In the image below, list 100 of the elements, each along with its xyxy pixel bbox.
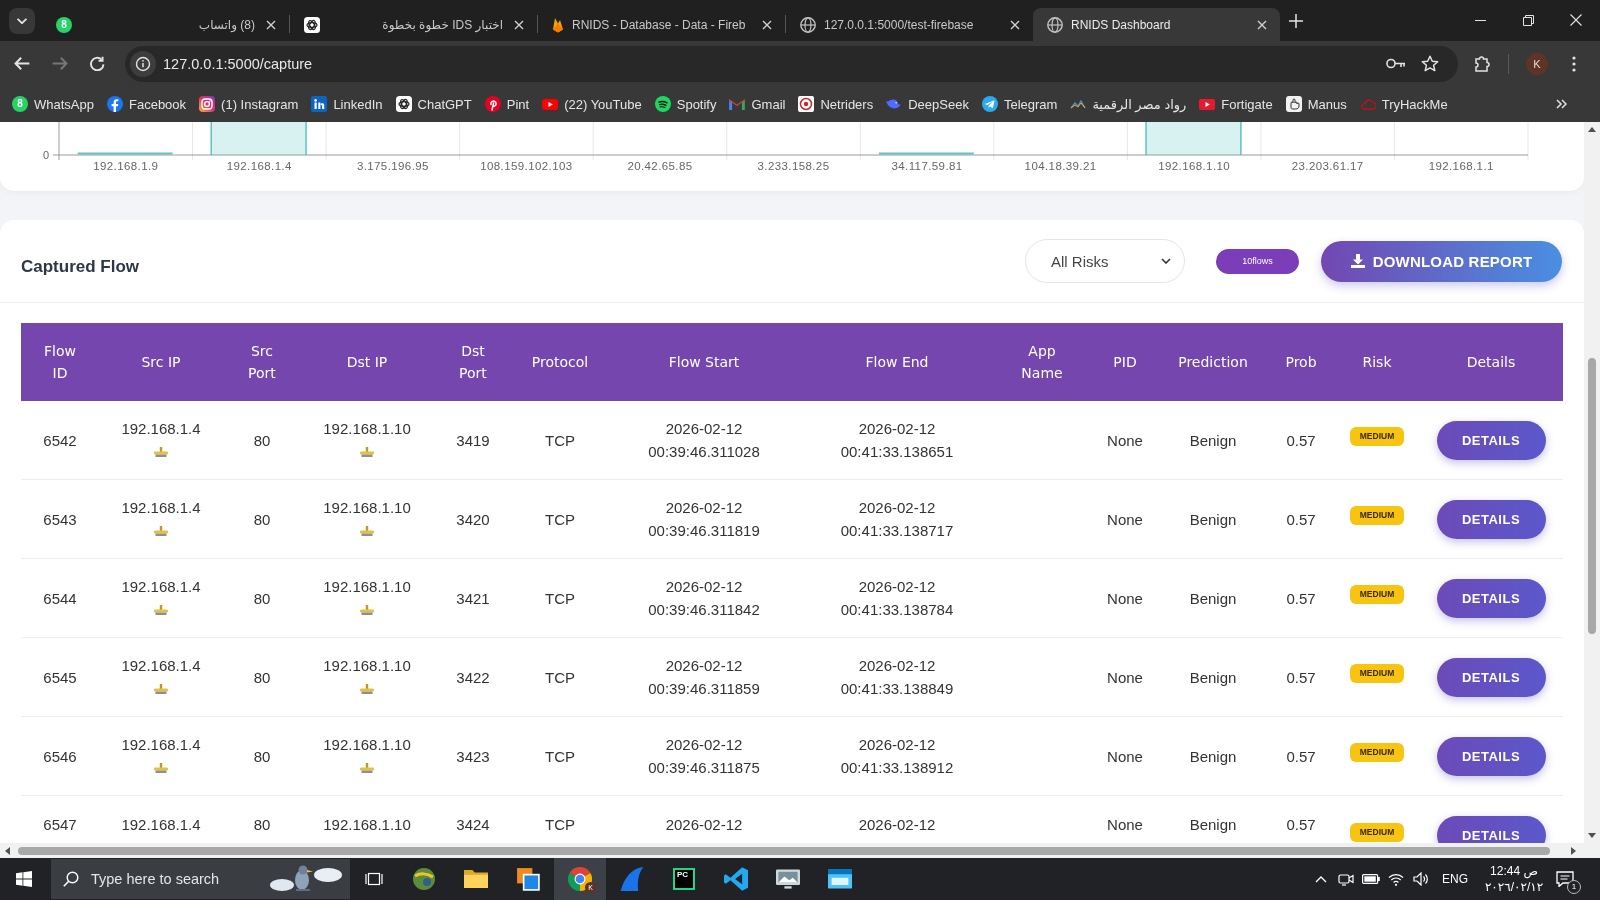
bookmark[interactable]: رواد مصر الرقمية bbox=[1065, 90, 1192, 118]
column-header: Dst IP bbox=[346, 353, 388, 372]
table-cell-text: 0.57 bbox=[1286, 588, 1316, 609]
close-icon[interactable] bbox=[266, 19, 276, 30]
window-panes-icon[interactable] bbox=[16, 871, 32, 887]
scroll-left-icon[interactable] bbox=[5, 846, 10, 855]
bookmark[interactable]: Fortigate bbox=[1194, 90, 1278, 118]
close-icon[interactable] bbox=[1257, 19, 1267, 30]
reload-icon[interactable] bbox=[90, 56, 105, 71]
wifi-icon[interactable] bbox=[1388, 872, 1405, 886]
column-header: Flow ID bbox=[43, 342, 77, 383]
info-icon[interactable] bbox=[130, 50, 156, 77]
knot-icon bbox=[395, 96, 412, 112]
chevrons-right-icon[interactable] bbox=[1556, 99, 1567, 109]
browser-tab[interactable]: RNIDS - Database - Data - Fireb bbox=[538, 8, 785, 41]
globe-icon bbox=[800, 16, 816, 33]
bookmark[interactable]: ChatGPT bbox=[390, 90, 477, 118]
notification-icon[interactable] bbox=[1556, 871, 1574, 887]
column-header: Risk bbox=[1362, 353, 1392, 372]
section-title: Captured Flow bbox=[21, 257, 140, 277]
bookmark[interactable]: DeepSeek bbox=[881, 90, 974, 118]
bookmark[interactable]: 8 WhatsApp bbox=[7, 90, 99, 118]
back-arrow-icon[interactable] bbox=[14, 57, 30, 70]
details-button[interactable]: DETAILS bbox=[1436, 736, 1546, 776]
scrollbar-thumb[interactable] bbox=[1588, 358, 1596, 634]
scroll-up-icon[interactable] bbox=[1588, 127, 1596, 132]
network-icon bbox=[360, 762, 374, 773]
task-view-icon[interactable] bbox=[365, 871, 383, 887]
search-field[interactable]: Type here to search bbox=[51, 859, 350, 899]
table-cell-text: 3419 bbox=[456, 430, 490, 451]
scrollbar-thumb[interactable] bbox=[18, 846, 1550, 855]
table-cell-text: 192.168.1.4 bbox=[121, 735, 201, 755]
bookmark[interactable]: Manus bbox=[1280, 90, 1352, 118]
flow-count-badge: 10flows bbox=[1216, 248, 1299, 274]
bookmark[interactable]: Pint bbox=[479, 90, 535, 118]
column-header: Src Port bbox=[247, 342, 277, 383]
table-cell-text: 2026-02-12 00:39:46.311842 bbox=[648, 577, 760, 620]
scrollbar[interactable] bbox=[1584, 122, 1600, 843]
restore-icon[interactable] bbox=[1522, 14, 1534, 26]
bookmark[interactable]: Netriders bbox=[793, 90, 879, 118]
table-cell-text: 80 bbox=[253, 815, 271, 835]
language-indicator[interactable]: ENG bbox=[1442, 872, 1468, 886]
table-cell-text: Benign bbox=[1189, 815, 1237, 835]
details-button[interactable]: DETAILS bbox=[1436, 816, 1546, 843]
table-cell-text: 80 bbox=[253, 430, 271, 451]
close-icon[interactable] bbox=[514, 19, 524, 30]
close-icon[interactable] bbox=[1570, 14, 1582, 26]
plus-icon[interactable] bbox=[1289, 13, 1303, 28]
scrollbar[interactable] bbox=[0, 843, 1600, 858]
table-cell-text: 80 bbox=[253, 667, 271, 688]
menu-icon[interactable] bbox=[1572, 55, 1576, 72]
bookmark[interactable]: Telegram bbox=[976, 90, 1063, 118]
tab-search-button[interactable] bbox=[9, 7, 35, 34]
table-cell-text: 6547 bbox=[43, 815, 77, 835]
download-report-button[interactable]: DOWNLOAD REPORT bbox=[1321, 240, 1562, 282]
table-cell-text: TCP bbox=[545, 430, 575, 451]
browser-tab[interactable]: RNIDS Dashboard bbox=[1033, 8, 1280, 41]
bookmark[interactable]: TryHackMe bbox=[1354, 90, 1453, 118]
count-badge: 8 bbox=[56, 16, 72, 33]
speaker-icon[interactable] bbox=[1413, 872, 1430, 886]
scroll-right-icon[interactable] bbox=[1571, 846, 1576, 855]
table-cell-text: Benign bbox=[1189, 509, 1237, 530]
close-icon[interactable] bbox=[762, 19, 772, 30]
camera-icon[interactable] bbox=[1338, 872, 1355, 886]
stacked-squares-icon bbox=[516, 867, 540, 891]
browser-tab[interactable]: اختبار IDS خطوة بخطوة bbox=[290, 8, 537, 41]
clock-time[interactable]: 12:44 ص bbox=[1490, 863, 1538, 879]
bookmark[interactable]: Gmail bbox=[724, 90, 791, 118]
battery-icon[interactable] bbox=[1362, 874, 1381, 884]
table-cell-text: 6544 bbox=[43, 588, 77, 609]
network-icon bbox=[360, 446, 374, 457]
details-button[interactable]: DETAILS bbox=[1436, 420, 1546, 460]
hand-icon bbox=[1285, 96, 1302, 112]
scroll-down-icon[interactable] bbox=[1588, 833, 1596, 838]
browser-tab[interactable]: 127.0.0.1:5000/test-firebase bbox=[786, 8, 1033, 41]
minimize-icon[interactable] bbox=[1474, 19, 1486, 21]
close-icon[interactable] bbox=[1010, 19, 1020, 30]
key-icon[interactable] bbox=[1386, 58, 1406, 69]
table-cell-text: 192.168.1.10 bbox=[323, 577, 411, 597]
details-button[interactable]: DETAILS bbox=[1436, 578, 1546, 618]
network-icon bbox=[154, 446, 168, 457]
star-icon[interactable] bbox=[1421, 55, 1439, 72]
app-logo: PC bbox=[673, 868, 695, 890]
whale-icon bbox=[886, 99, 903, 109]
column-header: Dst Port bbox=[458, 342, 488, 383]
address-bar[interactable]: 127.0.0.1:5000/capture bbox=[125, 45, 1458, 82]
taskbar-app[interactable]: PC bbox=[658, 858, 710, 900]
table-cell-text: None bbox=[1107, 667, 1143, 688]
bookmark[interactable]: (22) YouTube bbox=[537, 90, 647, 118]
table-cell-text: 2026-02-12 00:39:46.311875 bbox=[648, 735, 760, 778]
bookmark[interactable]: (1) Instagram bbox=[194, 90, 304, 118]
profile-avatar[interactable]: K bbox=[1526, 52, 1548, 75]
clock-date[interactable]: ٢٠٢٦/٠٢/١٢ bbox=[1484, 879, 1544, 895]
bookmark[interactable]: LinkedIn bbox=[306, 90, 388, 118]
chevron-up-icon[interactable] bbox=[1315, 875, 1328, 883]
bookmark[interactable]: Spotify bbox=[649, 90, 722, 118]
puzzle-icon[interactable] bbox=[1475, 55, 1491, 72]
details-button[interactable]: DETAILS bbox=[1436, 657, 1546, 697]
bookmark[interactable]: Facebook bbox=[102, 90, 192, 118]
details-button[interactable]: DETAILS bbox=[1436, 499, 1546, 539]
